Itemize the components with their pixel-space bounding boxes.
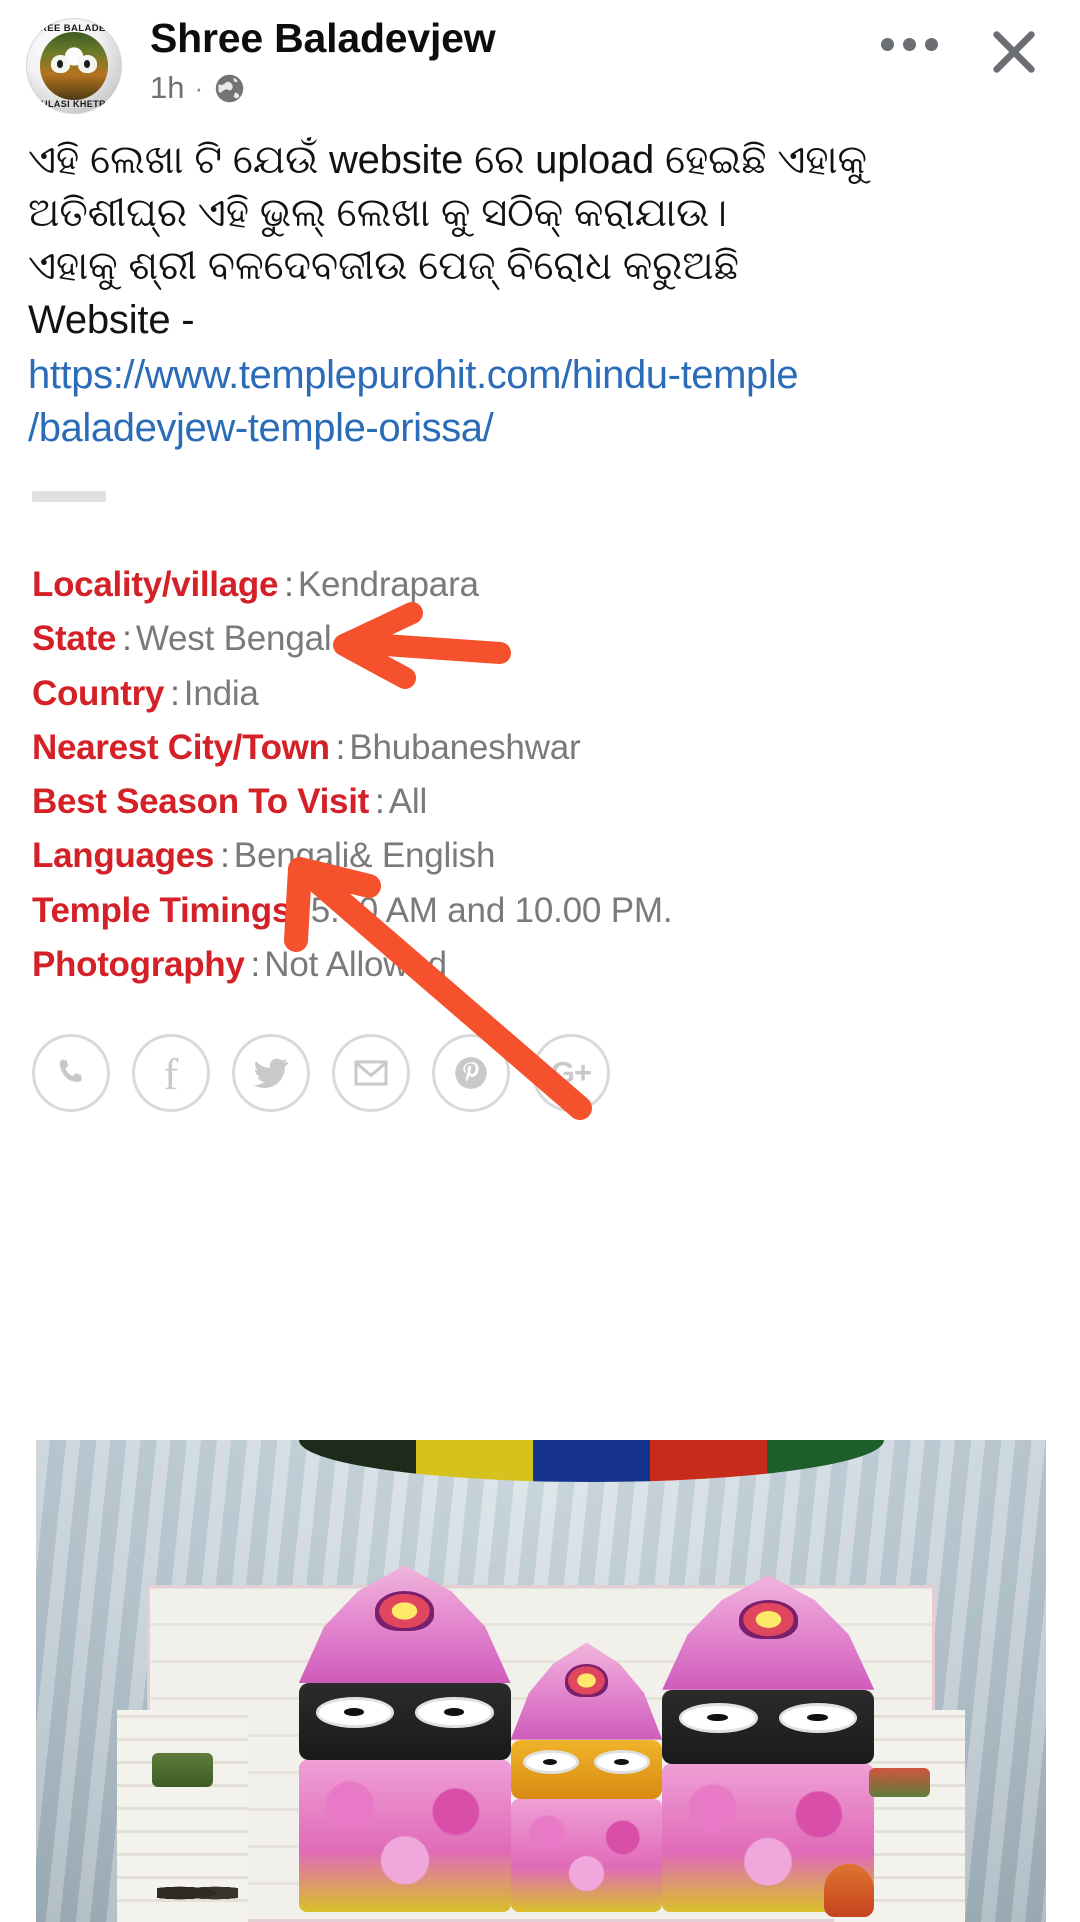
detail-value-locality: Kendrapara [297,565,479,605]
pinterest-icon[interactable] [432,1034,510,1113]
facebook-icon[interactable]: f [132,1034,210,1113]
detail-label-best-season: Best Season To Visit [32,782,369,822]
post-line-3: ଏହାକୁ ଶ୍ରୀ ବଳଦେବଜୀଉ ପେଜ୍ ବିରୋଧ କରୁଅଛି [28,244,739,289]
post-link-line-1[interactable]: https://www.templepurohit.com/hindu-temp… [28,349,1052,402]
phone-icon[interactable] [32,1034,110,1113]
temple-details-list: Locality/village: Kendrapara State: West B… [0,558,1080,992]
post-message: ଏହି ଲେଖା ଟି ଯେଉଁ website ରେ upload ହେଇଛି… [28,134,1052,347]
post-line-4-website-label: Website - [28,297,195,342]
temple-interior-photo [36,1440,1046,1922]
table-row: Nearest City/Town: Bhubaneshwar [32,721,1048,775]
google-plus-icon[interactable]: G+ [532,1034,610,1113]
face-subhadra [510,1739,663,1799]
garland-balabhadra [298,1759,511,1913]
detail-separator: : [374,782,385,822]
offering-right [869,1767,930,1797]
meta-separator: · [194,72,204,103]
post-meta: 1h · [150,70,877,106]
deity-balabhadra [298,1565,511,1913]
detail-label-state: State [32,619,117,659]
twitter-icon[interactable] [232,1034,310,1113]
detail-separator: : [297,890,307,930]
post-header: SHREE BALADEVJEW TULASI KHETRA Shree Bal… [0,0,1080,126]
table-row: Temple Timings:5.00 AM and 10.00 PM. [32,884,1048,938]
offering-left [152,1753,213,1788]
social-share-row: f G+ [0,992,1080,1113]
deity-subhadra [510,1642,663,1913]
face-balabhadra [298,1683,511,1760]
table-row: Country: India [32,667,1048,721]
avatar-emblem [40,32,108,100]
crown-jagannath [662,1574,875,1690]
close-icon[interactable] [986,24,1042,80]
facebook-glyph: f [163,1050,179,1100]
detail-label-languages: Languages [32,836,215,876]
detail-label-temple-timings: Temple Timings [32,890,292,930]
detail-value-country: India [183,673,259,713]
post-line-1: ଏହି ଲେଖା ଟି ଯେଉଁ website ରେ upload ହେଇଛି… [28,138,867,182]
crown-subhadra [510,1642,663,1740]
email-icon[interactable] [332,1034,410,1113]
post-line-2: ଅତିଶୀଘ୍ର ଏହି ଭୁଲ୍ ଲେଖା କୁ ସଠିକ୍ କରାଯାଉ। [28,191,727,236]
table-row: Languages: Bengali& English [32,829,1048,883]
globe-icon[interactable] [213,72,246,105]
page-title[interactable]: Shree Baladevjew [150,16,877,61]
table-row: Best Season To Visit: All [32,775,1048,829]
offering-bowls [157,1883,238,1903]
detail-value-photography: Not Allowed [264,944,447,984]
avatar[interactable]: SHREE BALADEVJEW TULASI KHETRA [26,18,122,114]
post-body: ଏହି ଲେଖା ଟି ଯେଉଁ website ରେ upload ହେଇଛି… [0,126,1080,455]
detail-label-locality: Locality/village [32,565,279,605]
ellipsis-icon[interactable] [877,24,942,65]
post-timestamp[interactable]: 1h [150,70,184,106]
detail-label-country: Country [32,673,165,713]
eyes-subhadra [522,1750,651,1775]
avatar-ring-bottom-text: TULASI KHETRA [35,99,113,109]
table-row: Photography: Not Allowed [32,938,1048,992]
deity-jagannath [662,1574,875,1913]
temple-valance-decoration [298,1440,885,1482]
detail-value-languages: Bengali& English [233,836,496,876]
detail-value-temple-timings: 5.00 AM and 10.00 PM. [310,890,673,930]
table-row: Locality/village: Kendrapara [32,558,1048,612]
detail-label-nearest-city: Nearest City/Town [32,727,330,767]
detail-separator: : [284,565,294,605]
table-row: State: West Bengal [32,612,1048,666]
garland-subhadra [510,1799,663,1913]
face-jagannath [662,1689,875,1764]
eyes-jagannath [679,1703,858,1733]
detail-separator: : [335,727,346,767]
detail-separator: : [220,836,230,876]
facebook-post-screen: SHREE BALADEVJEW TULASI KHETRA Shree Bal… [0,0,1080,1922]
header-actions [877,14,1054,80]
post-photo[interactable] [36,1440,1046,1922]
detail-separator: : [122,619,132,659]
avatar-deity-eyes [51,55,97,73]
detail-label-photography: Photography [32,944,245,984]
crown-balabhadra [298,1565,511,1684]
detail-separator: : [250,944,261,984]
eyes-balabhadra [315,1697,494,1728]
detail-value-state: West Bengal [135,619,332,659]
detail-separator: : [170,673,180,713]
detail-value-nearest-city: Bhubaneshwar [349,727,581,767]
detail-value-best-season: All [388,782,428,822]
google-plus-glyph: G+ [550,1055,592,1091]
small-idol [823,1864,875,1918]
header-text-block: Shree Baladevjew 1h · [122,14,877,106]
post-link-line-2[interactable]: /baladevjew-temple-orissa/ [28,402,1052,455]
content-divider [32,491,106,503]
